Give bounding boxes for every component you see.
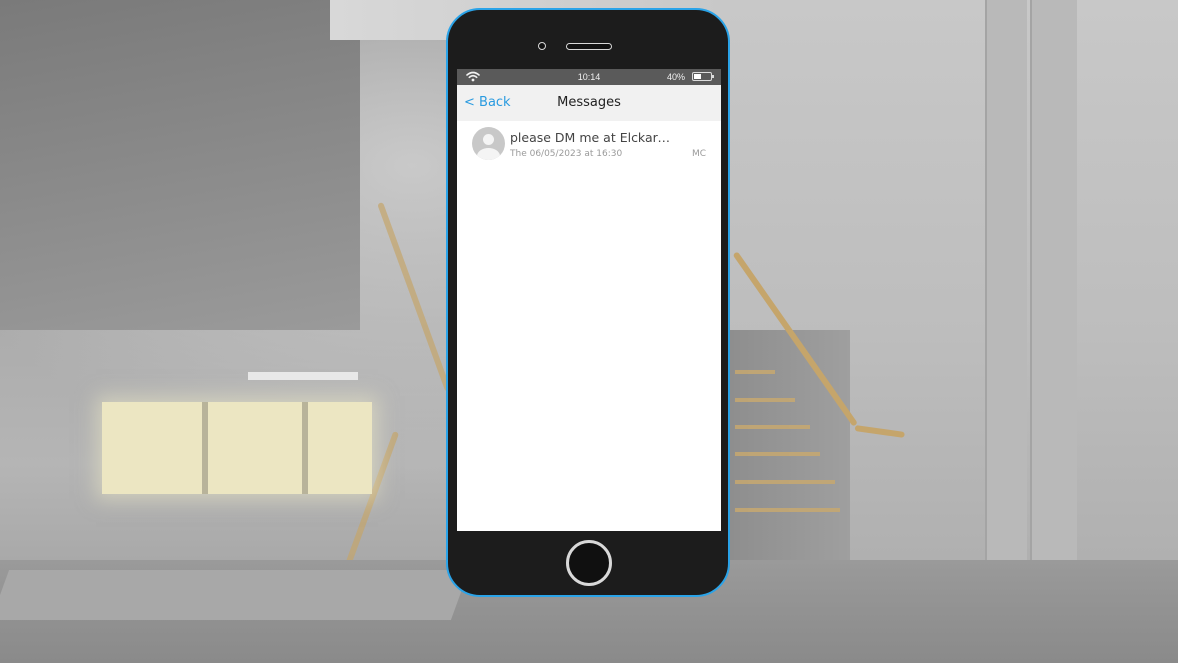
- status-bar: 10:14 40%: [457, 69, 721, 85]
- background-column: [1030, 0, 1077, 620]
- background-step: [735, 370, 775, 374]
- background-column: [985, 0, 1027, 620]
- background-step: [735, 508, 840, 512]
- phone-device: 10:14 40% < Back Messages please DM me a…: [446, 8, 730, 597]
- background-light: [248, 372, 358, 380]
- message-date: The 06/05/2023 at 16:30: [510, 149, 623, 159]
- message-sender: MC: [691, 149, 706, 159]
- background-landing: [0, 570, 470, 620]
- background-step: [735, 452, 820, 456]
- message-list: please DM me at Elckarow... The 06/05/20…: [457, 121, 721, 163]
- page-title: Messages: [557, 95, 621, 110]
- background-step: [735, 425, 810, 429]
- message-preview: please DM me at Elckarow...: [510, 130, 710, 145]
- background-wall-left: [0, 0, 360, 330]
- battery-icon: [692, 72, 714, 81]
- home-button[interactable]: [566, 540, 612, 586]
- background-handrail: [377, 201, 452, 392]
- message-preview-text: please DM me at Elckarow...: [510, 130, 674, 145]
- battery-percentage: 40%: [666, 72, 685, 82]
- background-stairs: [730, 330, 850, 570]
- battery-fill: [694, 74, 702, 79]
- list-item[interactable]: please DM me at Elckarow... The 06/05/20…: [457, 121, 721, 163]
- phone-screen: 10:14 40% < Back Messages please DM me a…: [457, 69, 721, 531]
- background-step: [735, 398, 795, 402]
- background-window: [102, 402, 372, 494]
- avatar-icon: [472, 127, 505, 160]
- speaker-icon: [566, 43, 612, 50]
- camera-icon: [538, 42, 546, 50]
- nav-bar: < Back Messages: [457, 85, 721, 121]
- background-step: [735, 480, 835, 484]
